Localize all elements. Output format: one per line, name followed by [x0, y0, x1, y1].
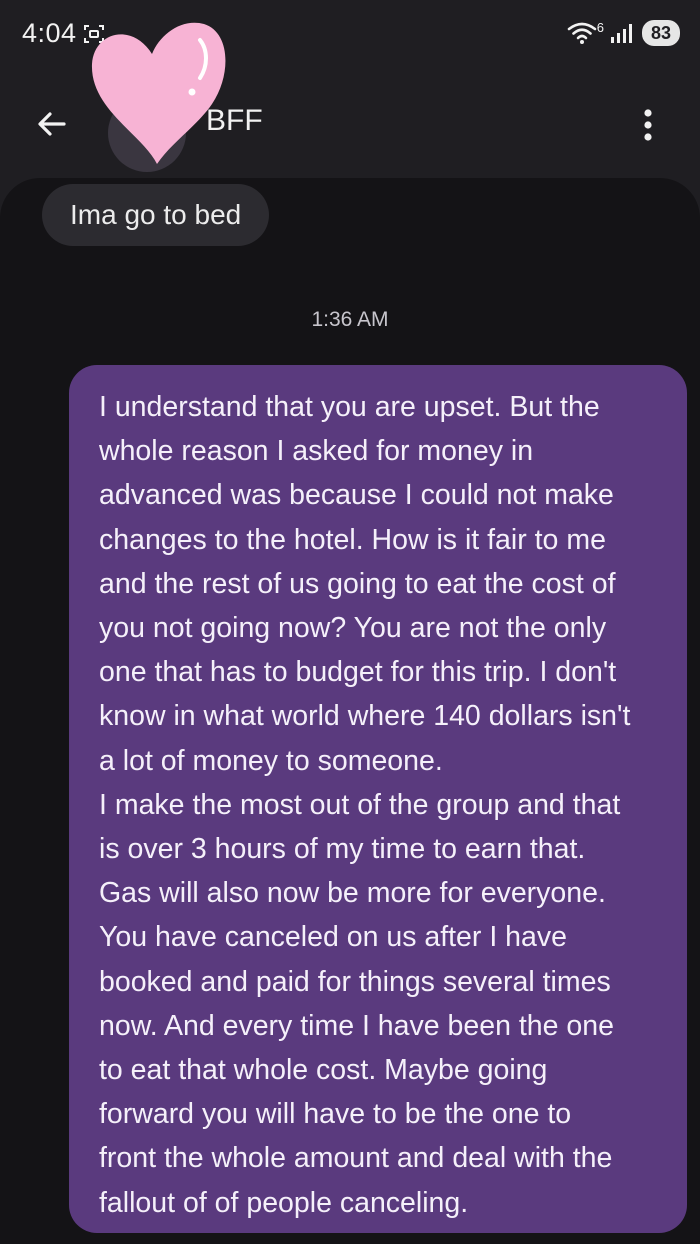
incoming-message-text: Ima go to bed	[70, 199, 242, 230]
message-line: one that has to budget for this trip. I …	[99, 656, 617, 689]
message-line: fallout of of people canceling.	[99, 1186, 469, 1219]
incoming-message-bubble[interactable]: Ima go to bed	[42, 184, 270, 246]
more-options-button[interactable]	[626, 100, 670, 150]
message-line: whole reason I asked for money in	[99, 435, 534, 468]
heart-sticker	[91, 22, 226, 164]
message-timestamp: 1:36 AM	[311, 308, 389, 331]
battery-indicator: 83	[641, 20, 680, 46]
message-line: advanced was because I could not make	[99, 479, 614, 512]
wifi-icon	[567, 22, 597, 44]
message-line: know in what world where 140 dollars isn…	[99, 700, 631, 733]
message-line: changes to the hotel. How is it fair to …	[99, 523, 606, 556]
outgoing-message-bubble[interactable]: I understand that you are upset. But the…	[69, 365, 687, 1233]
message-line: and the rest of us going to eat the cost…	[99, 567, 616, 600]
message-line: booked and paid for things several times	[99, 965, 611, 998]
message-line: forward you will have to be the one to	[99, 1098, 572, 1131]
message-line: is over 3 hours of my time to earn that.	[99, 833, 586, 866]
back-button[interactable]	[30, 102, 74, 146]
message-line: now. And every time I have been the one	[99, 1009, 614, 1042]
message-line: front the whole amount and deal with the	[99, 1142, 613, 1175]
message-line: a lot of money to someone.	[99, 744, 443, 777]
arrow-left-icon	[38, 112, 66, 136]
message-line: I understand that you are upset. But the	[99, 391, 600, 423]
message-line: Gas will also now be more for everyone.	[99, 877, 606, 910]
network-type-label: 6	[596, 19, 604, 35]
status-time: 4:04	[22, 18, 77, 48]
signal-icon	[610, 24, 632, 43]
message-line: I make the most out of the group and tha…	[99, 788, 621, 821]
message-line: You have canceled on us after I have	[99, 921, 567, 954]
status-indicators: 6 83	[567, 16, 680, 50]
message-line: to eat that whole cost. Maybe going	[99, 1054, 548, 1087]
message-line: you not going now? You are not the only	[99, 612, 607, 645]
more-vertical-icon	[644, 109, 652, 141]
message-list[interactable]: Ima go to bed 1:36 AM I understand that …	[0, 178, 700, 1244]
